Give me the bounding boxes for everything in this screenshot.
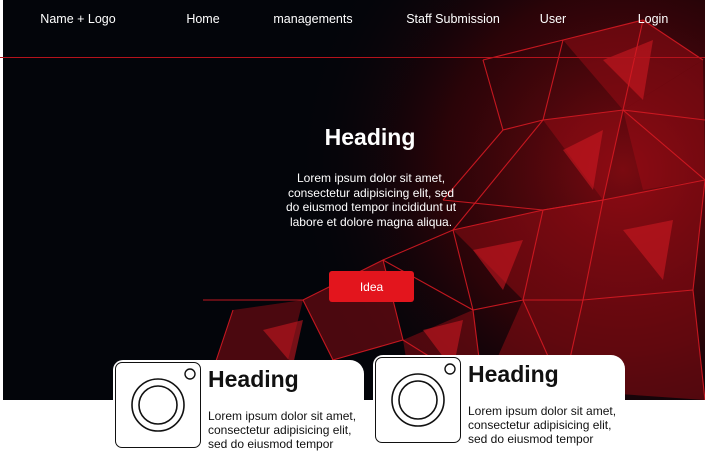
feature-card[interactable]: Heading Lorem ipsum dolor sit amet, cons… [373,355,625,461]
nav-home[interactable]: Home [186,12,219,26]
nav-login[interactable]: Login [638,12,669,26]
card-text: Lorem ipsum dolor sit amet, consectetur … [468,404,617,446]
nav-managements[interactable]: managements [273,12,352,26]
feature-card[interactable]: Heading Lorem ipsum dolor sit amet, cons… [113,360,364,461]
camera-icon [375,357,461,443]
hero-heading: Heading [324,124,416,150]
nav-divider [0,57,705,58]
idea-button[interactable]: Idea [329,271,414,302]
top-navigation: Name + Logo Home managements Staff Submi… [0,0,705,40]
card-text: Lorem ipsum dolor sit amet, consectetur … [208,409,357,451]
nav-user[interactable]: User [540,12,566,26]
camera-icon [115,362,201,448]
card-heading: Heading [208,366,299,392]
nav-staff-submission[interactable]: Staff Submission [406,12,500,26]
card-heading: Heading [468,361,559,387]
hero-description: Lorem ipsum dolor sit amet, consectetur … [285,171,457,229]
brand-logo-link[interactable]: Name + Logo [40,12,115,26]
